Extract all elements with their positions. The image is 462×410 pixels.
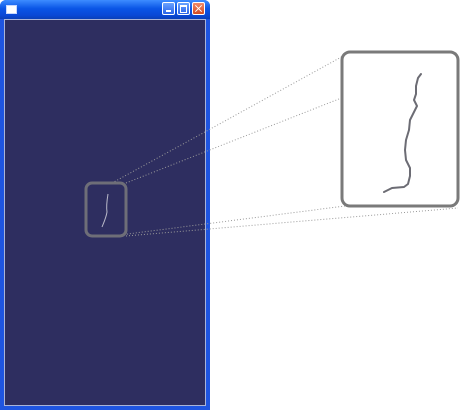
connector-line-bottom-right	[125, 207, 459, 237]
magnifier-overlay	[84, 50, 460, 238]
screenshot-stage	[0, 0, 462, 410]
magnified-view	[340, 50, 460, 208]
small-stroke-path	[101, 193, 109, 228]
focus-rectangle	[84, 181, 128, 238]
connector-line-top-left	[111, 54, 346, 184]
connector-line-bottom-left	[111, 205, 346, 237]
